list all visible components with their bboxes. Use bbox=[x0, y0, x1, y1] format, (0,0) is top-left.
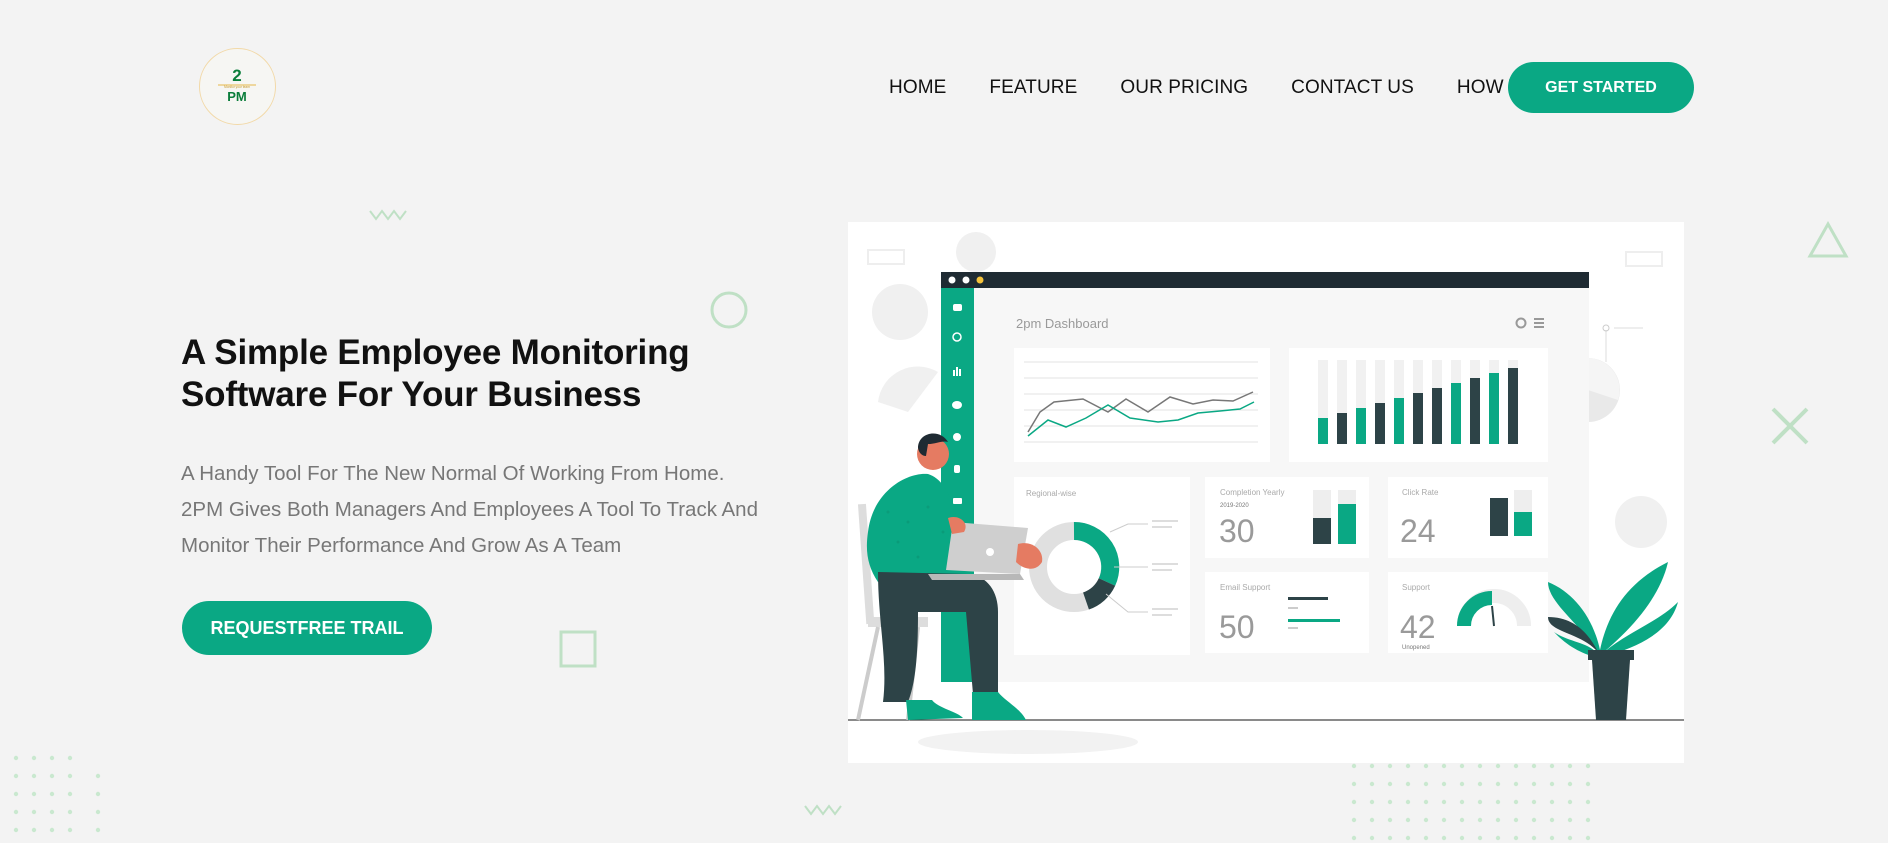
logo-bottom-text: PM bbox=[227, 89, 247, 104]
zigzag-decoration-icon bbox=[369, 209, 407, 221]
hero-subtitle-line-3: Monitor Their Performance And Grow As A … bbox=[181, 534, 622, 557]
nav-contact-us[interactable]: CONTACT US bbox=[1291, 77, 1414, 99]
clock-icon bbox=[953, 433, 961, 441]
mail-icon bbox=[953, 498, 962, 504]
dashboard-title: 2pm Dashboard bbox=[1016, 316, 1109, 331]
hero-subtitle-line-1: A Handy Tool For The New Normal Of Worki… bbox=[181, 462, 725, 485]
triangle-decoration-icon bbox=[1807, 220, 1849, 258]
hero-subtitle-line-2: 2PM Gives Both Managers And Employees A … bbox=[181, 498, 758, 521]
bar bbox=[1451, 383, 1461, 444]
click-rate-value: 24 bbox=[1400, 513, 1436, 549]
cross-decoration-icon bbox=[1771, 407, 1809, 445]
chat-icon bbox=[952, 401, 962, 409]
circle-decoration-icon bbox=[710, 291, 748, 329]
bar bbox=[1432, 388, 1442, 444]
square-decoration-icon bbox=[559, 630, 597, 668]
browser-titlebar bbox=[941, 272, 1589, 288]
bar bbox=[1318, 418, 1328, 444]
email-support-label: Email Support bbox=[1220, 583, 1271, 592]
click-rate-label: Click Rate bbox=[1402, 488, 1439, 497]
completion-label: Completion Yearly bbox=[1220, 488, 1284, 497]
support-label: Support bbox=[1402, 583, 1431, 592]
bar bbox=[1356, 408, 1366, 444]
line-chart-card bbox=[1014, 348, 1270, 462]
completion-value: 30 bbox=[1219, 513, 1255, 549]
completion-period: 2019-2020 bbox=[1220, 503, 1249, 509]
zigzag-decoration-bottom-icon bbox=[804, 804, 842, 816]
hero-title-line-1: A Simple Employee Monitoring bbox=[181, 333, 690, 372]
nav-home[interactable]: HOME bbox=[889, 77, 946, 99]
dots-decoration-right-icon bbox=[1351, 763, 1591, 841]
bar bbox=[1470, 378, 1480, 444]
brand-logo[interactable]: 2 Monitor your team PM bbox=[199, 48, 276, 125]
request-free-trial-button[interactable]: REQUESTFREE TRAIL bbox=[182, 601, 432, 655]
nav-our-pricing[interactable]: OUR PRICING bbox=[1120, 77, 1248, 99]
nav-feature[interactable]: FEATURE bbox=[989, 77, 1077, 99]
bar bbox=[1375, 403, 1385, 444]
support-note: Unopened bbox=[1402, 645, 1430, 651]
bar bbox=[1337, 413, 1347, 444]
bar bbox=[1413, 393, 1423, 444]
support-value: 42 bbox=[1400, 609, 1436, 645]
bar bbox=[1489, 373, 1499, 444]
hero-title: A Simple Employee Monitoring Software Fo… bbox=[181, 332, 741, 416]
hero-subtitle: A Handy Tool For The New Normal Of Worki… bbox=[181, 456, 801, 564]
phone-icon bbox=[954, 465, 960, 473]
dots-decoration-left-icon bbox=[13, 755, 101, 833]
email-support-value: 50 bbox=[1219, 609, 1255, 645]
regional-label: Regional-wise bbox=[1026, 489, 1077, 498]
bar bbox=[1508, 368, 1518, 444]
main-nav: HOME FEATURE OUR PRICING CONTACT US HOW … bbox=[889, 62, 1535, 114]
get-started-button[interactable]: GET STARTED bbox=[1508, 62, 1694, 113]
logo-top-text: 2 bbox=[232, 66, 241, 85]
home-icon bbox=[953, 304, 962, 311]
dashboard-illustration: 2pm Dashboard Regional-wise Completion Y… bbox=[848, 222, 1684, 763]
hero-title-line-2: Software For Your Business bbox=[181, 375, 642, 414]
bar bbox=[1394, 398, 1404, 444]
